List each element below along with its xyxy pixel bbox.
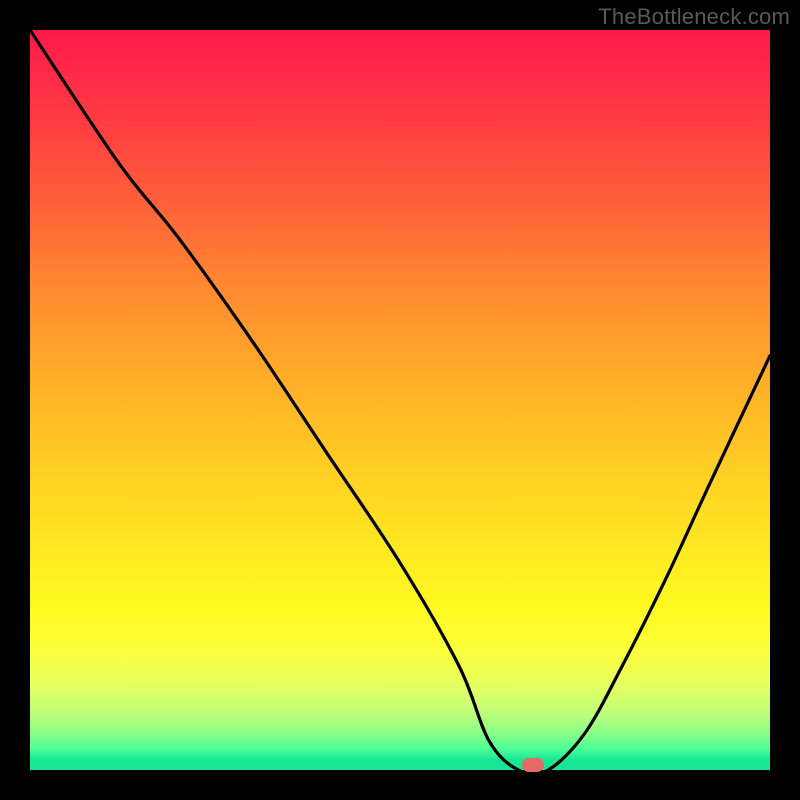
watermark-text: TheBottleneck.com — [598, 4, 790, 30]
chart-frame: TheBottleneck.com — [0, 0, 800, 800]
gradient-background — [30, 30, 770, 770]
optimum-marker — [522, 758, 544, 772]
plot-area — [30, 30, 770, 770]
